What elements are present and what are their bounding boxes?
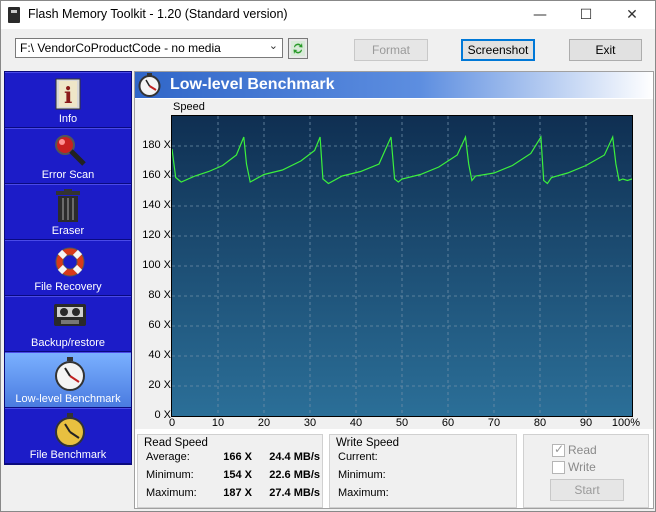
start-button[interactable]: Start [550, 479, 624, 501]
y-tick-label: 60 X [148, 319, 171, 331]
y-tick-label: 180 X [142, 139, 171, 151]
x-tick-label: 30 [303, 417, 317, 429]
write-minimum-label: Minimum: [338, 469, 386, 481]
write-minimum-row: Minimum: [338, 469, 386, 481]
page-title: Low-level Benchmark [170, 76, 335, 93]
window-title: Flash Memory Toolkit - 1.20 (Standard ve… [28, 7, 288, 21]
x-tick-label: 80 [533, 417, 547, 429]
read-checkbox-label: Read [568, 443, 597, 457]
sidebar-item-label: File Recovery [34, 281, 102, 293]
y-tick-label: 120 X [142, 229, 171, 241]
stopwatch-icon [55, 413, 85, 447]
title-bar: Flash Memory Toolkit - 1.20 (Standard ve… [1, 1, 655, 29]
x-tick-label: 40 [349, 417, 363, 429]
close-button[interactable]: ✕ [609, 1, 655, 29]
sidebar-item-eraser[interactable]: Eraser [5, 184, 131, 240]
lifebuoy-icon [55, 247, 85, 277]
svg-text:i: i [64, 83, 72, 109]
write-current-label: Current: [338, 451, 378, 463]
write-current-row: Current: [338, 451, 378, 463]
read-speed-title: Read Speed [144, 437, 208, 449]
read-maximum-x: 187 X [223, 487, 252, 499]
write-checkbox-label: Write [568, 460, 596, 474]
read-minimum-label: Minimum: [146, 469, 194, 481]
read-average-x: 166 X [223, 451, 252, 463]
sidebar-item-backup-restore[interactable]: Backup/restore [5, 296, 131, 352]
x-tick-label: 10 [211, 417, 225, 429]
y-axis-label: Speed [173, 101, 205, 113]
read-average-mbs: 24.4 MB/s [269, 451, 320, 463]
y-tick-label: 20 X [148, 379, 171, 391]
y-tick-label: 140 X [142, 199, 171, 211]
app-window: Flash Memory Toolkit - 1.20 (Standard ve… [0, 0, 656, 512]
x-tick-label: 60 [441, 417, 455, 429]
read-maximum-row: Maximum: 187 X 27.4 MB/s [146, 487, 320, 499]
read-average-row: Average: 166 X 24.4 MB/s [146, 451, 320, 463]
x-tick-label: 70 [487, 417, 501, 429]
y-tick-label: 40 X [148, 349, 171, 361]
toolbar: F:\ VendorCoProductCode - no media ⌄ For… [1, 29, 655, 69]
trash-icon [56, 189, 80, 222]
sidebar-item-label: Error Scan [41, 169, 95, 181]
sidebar-item-label: File Benchmark [29, 449, 107, 461]
maximize-button[interactable]: ☐ [563, 1, 609, 29]
y-tick-label: 100 X [142, 259, 171, 271]
x-tick-label: 0 [168, 417, 176, 429]
y-tick-label: 160 X [142, 169, 171, 181]
refresh-drives-button[interactable] [288, 38, 308, 59]
sidebar-item-label: Info [58, 113, 78, 125]
tape-icon [54, 304, 86, 326]
sidebar: i Info Error Scan Eraser File Recovery B… [4, 71, 132, 465]
refresh-icon [291, 41, 305, 56]
read-minimum-row: Minimum: 154 X 22.6 MB/s [146, 469, 320, 481]
magnifier-icon [55, 135, 86, 166]
write-maximum-label: Maximum: [338, 487, 389, 499]
sidebar-item-file-benchmark[interactable]: File Benchmark [5, 408, 131, 464]
sidebar-item-label: Low-level Benchmark [15, 393, 121, 405]
read-checkbox-box[interactable] [552, 442, 565, 457]
sidebar-item-file-recovery[interactable]: File Recovery [5, 240, 131, 296]
panel-header: Low-level Benchmark [135, 72, 653, 98]
options-panel: Read Write Start [523, 434, 649, 508]
plot-svg [171, 116, 633, 416]
y-tick-label: 80 X [148, 289, 171, 301]
read-average-label: Average: [146, 451, 190, 463]
write-speed-panel: Write Speed Current: Minimum: Maximum: [329, 434, 517, 508]
x-tick-label: 20 [257, 417, 271, 429]
write-speed-title: Write Speed [336, 437, 400, 449]
sidebar-item-low-level-benchmark[interactable]: Low-level Benchmark [5, 352, 131, 408]
benchmark-panel: Low-level Benchmark Speed 0 X 20 X 40 X 60 … [134, 71, 654, 509]
sidebar-item-info[interactable]: i Info [5, 72, 131, 128]
format-button[interactable]: Format [354, 39, 428, 61]
sidebar-item-label: Backup/restore [31, 337, 105, 349]
x-tick-label: 100% [611, 417, 641, 429]
drive-select-value: F:\ VendorCoProductCode - no media [20, 41, 221, 55]
minimize-button[interactable]: — [517, 1, 563, 29]
write-maximum-row: Maximum: [338, 487, 389, 499]
read-minimum-x: 154 X [223, 469, 252, 481]
read-minimum-mbs: 22.6 MB/s [269, 469, 320, 481]
chevron-down-icon: ⌄ [268, 40, 278, 52]
drive-select[interactable]: F:\ VendorCoProductCode - no media ⌄ [15, 38, 283, 58]
x-tick-label: 90 [579, 417, 593, 429]
read-speed-panel: Read Speed Average: 166 X 24.4 MB/s Mini… [137, 434, 323, 508]
sidebar-item-error-scan[interactable]: Error Scan [5, 128, 131, 184]
exit-button[interactable]: Exit [569, 39, 642, 61]
read-maximum-mbs: 27.4 MB/s [269, 487, 320, 499]
stopwatch-icon [138, 73, 161, 97]
screenshot-button[interactable]: Screenshot [461, 39, 535, 61]
plot-area [171, 115, 633, 417]
speed-chart: Speed 0 X 20 X 40 X 60 X 80 X 100 X 120 X 140 X… [135, 99, 653, 429]
info-icon: i [55, 78, 81, 110]
sidebar-item-label: Eraser [51, 225, 85, 237]
app-icon [8, 7, 20, 23]
stopwatch-icon [55, 357, 85, 391]
write-checkbox-box[interactable] [552, 461, 565, 474]
read-maximum-label: Maximum: [146, 487, 197, 499]
x-tick-label: 50 [395, 417, 409, 429]
